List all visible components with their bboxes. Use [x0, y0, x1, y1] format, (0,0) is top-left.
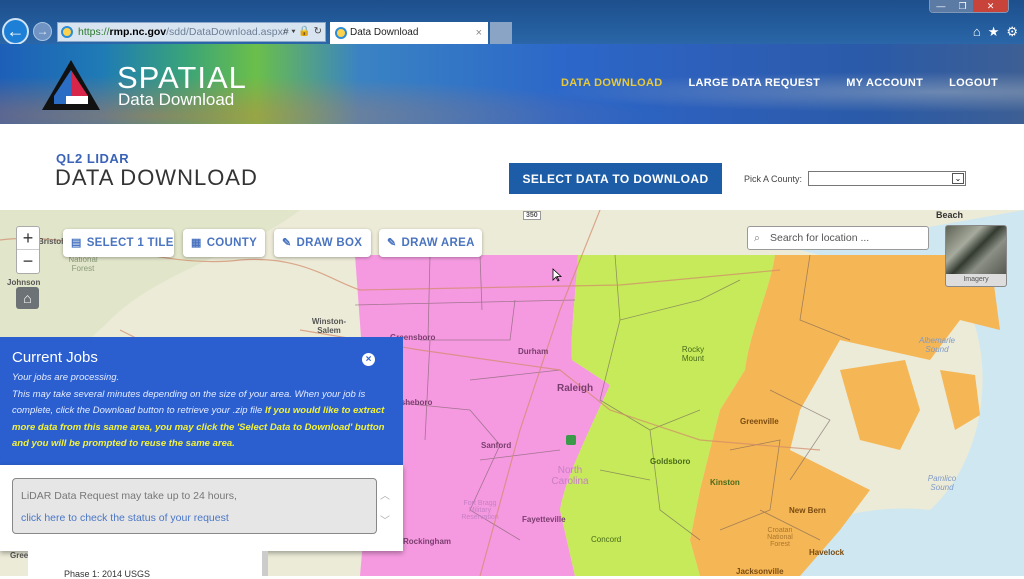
label-jacksonville: Jacksonville [736, 567, 784, 576]
label-fayetteville: Fayetteville [522, 515, 566, 524]
page-title: DATA DOWNLOAD [55, 165, 258, 190]
home-icon[interactable]: ⌂ [973, 24, 981, 40]
close-window-button[interactable]: ✕ [973, 0, 1008, 12]
jobs-status-line: Your jobs are processing. [12, 372, 120, 383]
county-label: Pick A County: [744, 174, 803, 184]
url-path: /sdd/DataDownload.aspx# [166, 26, 289, 38]
region-orange-islands [840, 360, 980, 450]
browser-chrome: ← → https://rmp.nc.gov/sdd/DataDownload.… [0, 0, 1024, 45]
ie-icon [335, 27, 347, 39]
label-rockingham: Rockingham [403, 537, 452, 546]
tool-label: DRAW AREA [401, 237, 475, 249]
map-icon: ▦ [191, 237, 202, 249]
map-home-button[interactable]: ⌂ [16, 287, 39, 309]
label-sanford: Sanford [481, 441, 512, 450]
main-nav: DATA DOWNLOAD LARGE DATA REQUEST MY ACCO… [561, 77, 1024, 89]
close-icon[interactable]: × [362, 353, 375, 366]
nav-large-data-request[interactable]: LARGE DATA REQUEST [688, 77, 820, 89]
label-croatan: Croatan National Forest [767, 527, 793, 548]
mouse-cursor-icon [552, 268, 562, 282]
tab-title: Data Download [350, 27, 419, 38]
label-bristol: Bristol [38, 237, 64, 246]
interstate-40-shield [566, 435, 576, 445]
label-pamlico-sound: Pamlico Sound [927, 474, 957, 492]
address-bar[interactable]: https://rmp.nc.gov/sdd/DataDownload.aspx… [57, 22, 326, 42]
favorites-star-icon[interactable]: ★ [988, 24, 1000, 40]
label-winston-salem: Winston-Salem [311, 317, 347, 335]
minimize-button[interactable]: — [930, 0, 952, 12]
brand-subtitle: Data Download [118, 90, 235, 109]
label-concord: Concord [591, 535, 622, 544]
site-header: SPATIAL Data Download DATA DOWNLOAD LARG… [0, 44, 1024, 124]
basemap-label: Imagery [946, 274, 1006, 286]
label-havelock: Havelock [809, 548, 845, 557]
county-select[interactable]: ⌄ [808, 171, 966, 186]
check-status-link[interactable]: click here to check the status of your r… [21, 512, 368, 524]
home-icon: ⌂ [23, 290, 32, 306]
label-kinston: Kinston [710, 478, 740, 487]
new-tab-button[interactable] [490, 22, 512, 44]
window-controls: — ❐ ✕ [929, 0, 1009, 13]
zoom-out-button[interactable]: − [17, 250, 39, 273]
nav-logout[interactable]: LOGOUT [949, 77, 998, 89]
tile-icon: ▤ [71, 237, 82, 249]
select-data-to-download-button[interactable]: SELECT DATA TO DOWNLOAD [509, 163, 722, 194]
draw-box-tool[interactable]: ✎ DRAW BOX [274, 229, 371, 257]
browser-toolbar: ⌂ ★ ⚙ [973, 24, 1018, 40]
jobs-title: Current Jobs [12, 349, 98, 366]
tool-label: DRAW BOX [296, 237, 363, 249]
url-host: rmp.nc.gov [109, 26, 167, 38]
request-box: LiDAR Data Request may take up to 24 hou… [12, 478, 377, 534]
legend-panel: Phase 1: 2014 USGS [28, 551, 268, 579]
scroll-up-icon[interactable]: ︿ [380, 487, 390, 502]
jobs-message: Your jobs are processing. This may take … [12, 370, 391, 453]
label-johnson: Johnson [7, 278, 41, 287]
label-new-bern: New Bern [789, 506, 826, 515]
zoom-in-button[interactable]: + [17, 227, 39, 250]
forward-button[interactable]: → [33, 22, 52, 41]
url-protocol: https:// [78, 26, 110, 38]
label-rocky-mount: Rocky Mount [681, 345, 705, 363]
label-fort-bragg: Fort Bragg Military Reservation [461, 500, 499, 521]
pencil-icon: ✎ [282, 237, 292, 249]
tool-label: COUNTY [206, 237, 258, 249]
nav-data-download[interactable]: DATA DOWNLOAD [561, 77, 662, 89]
select-1-tile-tool[interactable]: ▤ SELECT 1 TILE [63, 229, 174, 257]
ie-icon [61, 26, 73, 38]
search-placeholder: Search for location ... [770, 232, 870, 244]
settings-gear-icon[interactable]: ⚙ [1006, 24, 1018, 40]
label-goldsboro: Goldsboro [650, 457, 691, 466]
label-albemarle-sound: Albemarle Sound [918, 336, 955, 354]
scroll-down-icon[interactable]: ﹀ [380, 512, 390, 527]
current-jobs-panel: Current Jobs × Your jobs are processing.… [0, 337, 403, 465]
nav-my-account[interactable]: MY ACCOUNT [846, 77, 923, 89]
nc-emergency-management-logo[interactable] [40, 58, 102, 112]
tool-label: SELECT 1 TILE [86, 237, 174, 249]
chevron-down-icon[interactable]: ⌄ [952, 173, 964, 184]
maximize-button[interactable]: ❐ [951, 0, 974, 12]
label-beach: Beach [936, 210, 964, 220]
tab-close-icon[interactable]: × [476, 22, 482, 44]
zoom-control: + − [16, 226, 40, 274]
pencil-icon: ✎ [387, 237, 397, 249]
basemap-imagery-toggle[interactable]: Imagery [945, 225, 1007, 287]
location-search-input[interactable]: ⌕ Search for location ... [747, 226, 929, 250]
label-raleigh: Raleigh [557, 383, 594, 394]
request-notice: LiDAR Data Request may take up to 24 hou… [21, 490, 237, 502]
label-durham: Durham [518, 347, 549, 356]
jobs-request-area: LiDAR Data Request may take up to 24 hou… [0, 465, 403, 551]
search-icon: ⌕ [754, 232, 760, 244]
label-greenville: Greenville [740, 417, 779, 426]
county-tool[interactable]: ▦ COUNTY [183, 229, 265, 257]
label-gree: Gree [10, 551, 29, 560]
label-north-carolina: North Carolina [551, 465, 589, 487]
draw-area-tool[interactable]: ✎ DRAW AREA [379, 229, 482, 257]
address-tools[interactable]: ⌕ ▾ 🔒 ↻ [283, 23, 322, 41]
page-subtitle: QL2 LIDAR [56, 151, 130, 166]
label-national-forest: National Forest [68, 255, 98, 273]
route-350-shield: 350 [523, 211, 541, 220]
back-button[interactable]: ← [2, 18, 29, 45]
tab-data-download[interactable]: Data Download × [330, 22, 488, 44]
legend-peek-text: Phase 1: 2014 USGS [64, 569, 151, 579]
